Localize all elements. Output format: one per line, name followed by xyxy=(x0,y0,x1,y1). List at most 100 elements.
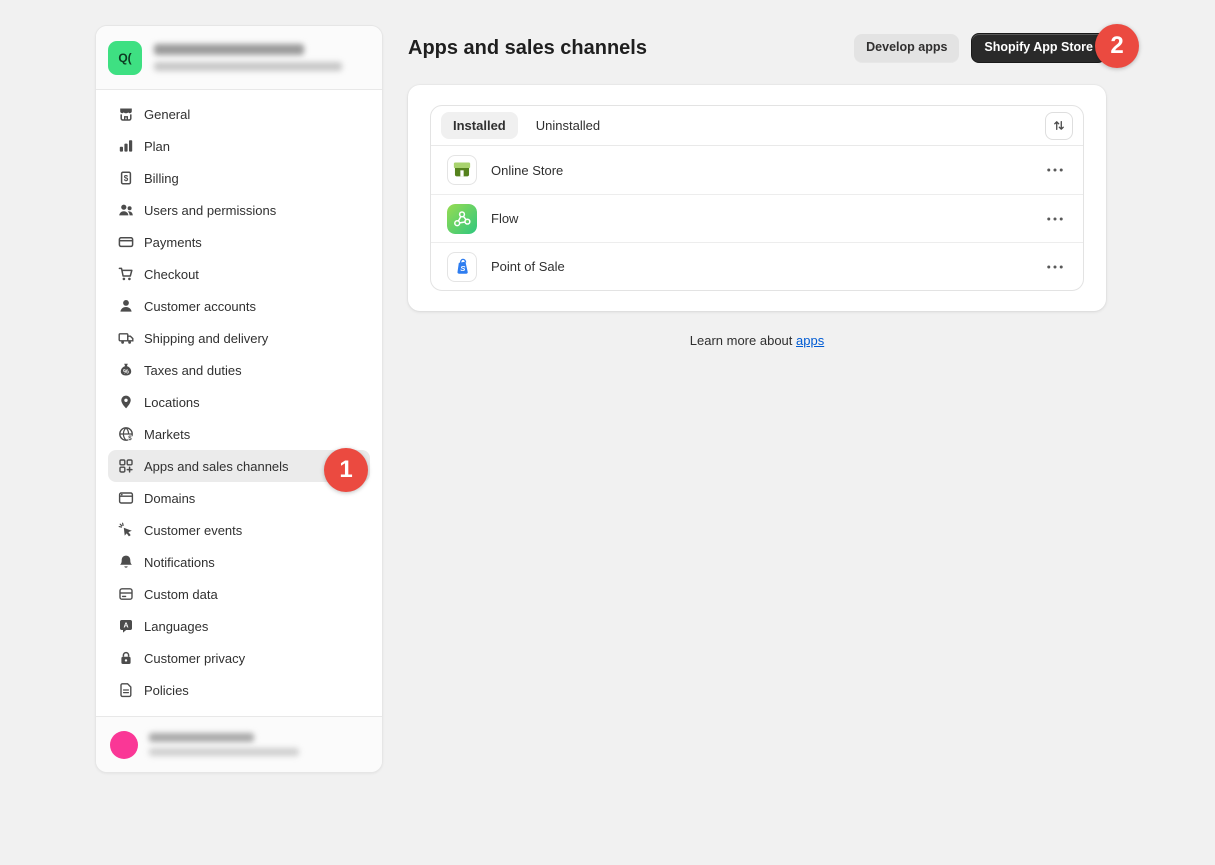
app-row-online-store[interactable]: Online Store xyxy=(431,146,1083,194)
user-meta xyxy=(149,733,299,756)
sidebar-item-domains[interactable]: Domains xyxy=(108,482,370,514)
apps-card: Installed Uninstalled Online Store Flow xyxy=(408,85,1106,311)
sidebar-item-label: Languages xyxy=(144,619,208,634)
sidebar-item-label: Apps and sales channels xyxy=(144,459,289,474)
sidebar-item-label: Markets xyxy=(144,427,190,442)
sidebar-item-markets[interactable]: Markets xyxy=(108,418,370,450)
store-url-redacted xyxy=(154,62,342,71)
annotation-badge-1: 1 xyxy=(324,448,368,492)
sidebar-item-notifications[interactable]: Notifications xyxy=(108,546,370,578)
sidebar-item-customer-accounts[interactable]: Customer accounts xyxy=(108,290,370,322)
cart-icon xyxy=(118,266,134,282)
pin-icon xyxy=(118,394,134,410)
store-header: Q( xyxy=(96,26,382,90)
apps-grid-icon xyxy=(118,458,134,474)
row-menu-button[interactable] xyxy=(1043,261,1067,273)
sidebar-item-label: Locations xyxy=(144,395,200,410)
bell-icon xyxy=(118,554,134,570)
ellipsis-icon xyxy=(1047,168,1063,172)
user-footer xyxy=(96,716,382,772)
store-meta xyxy=(154,44,342,71)
sidebar-item-label: Plan xyxy=(144,139,170,154)
truck-icon xyxy=(118,330,134,346)
sidebar-item-locations[interactable]: Locations xyxy=(108,386,370,418)
sidebar-item-label: Taxes and duties xyxy=(144,363,242,378)
data-icon xyxy=(118,586,134,602)
user-email-redacted xyxy=(149,748,299,756)
develop-apps-button[interactable]: Develop apps xyxy=(854,34,959,62)
app-row-point-of-sale[interactable]: Point of Sale xyxy=(431,242,1083,290)
users-icon xyxy=(118,202,134,218)
sidebar-item-shipping-and-delivery[interactable]: Shipping and delivery xyxy=(108,322,370,354)
store-avatar: Q( xyxy=(108,41,142,75)
sidebar-item-label: Domains xyxy=(144,491,195,506)
ellipsis-icon xyxy=(1047,265,1063,269)
row-menu-button[interactable] xyxy=(1043,213,1067,225)
user-avatar xyxy=(110,731,138,759)
chart-icon xyxy=(118,138,134,154)
person-icon xyxy=(118,298,134,314)
apps-link[interactable]: apps xyxy=(796,333,824,348)
sidebar-item-payments[interactable]: Payments xyxy=(108,226,370,258)
sidebar-item-policies[interactable]: Policies xyxy=(108,674,370,706)
sidebar-item-taxes-and-duties[interactable]: Taxes and duties xyxy=(108,354,370,386)
receipt-icon xyxy=(118,170,134,186)
policy-icon xyxy=(118,682,134,698)
sidebar-item-label: Custom data xyxy=(144,587,218,602)
domain-icon xyxy=(118,490,134,506)
settings-nav: General Plan Billing Users and permissio… xyxy=(96,90,382,714)
sidebar-item-label: Notifications xyxy=(144,555,215,570)
sidebar-item-users-and-permissions[interactable]: Users and permissions xyxy=(108,194,370,226)
apps-list-box: Installed Uninstalled Online Store Flow xyxy=(430,105,1084,291)
learn-more-text: Learn more about apps xyxy=(408,333,1106,348)
sidebar-item-label: Checkout xyxy=(144,267,199,282)
tab-uninstalled[interactable]: Uninstalled xyxy=(524,112,612,139)
lock-icon xyxy=(118,650,134,666)
ellipsis-icon xyxy=(1047,217,1063,221)
page-title: Apps and sales channels xyxy=(408,37,647,60)
learn-more-label: Learn more about xyxy=(690,333,793,348)
sidebar-item-custom-data[interactable]: Custom data xyxy=(108,578,370,610)
sidebar-item-label: Customer events xyxy=(144,523,242,538)
sidebar-item-languages[interactable]: Languages xyxy=(108,610,370,642)
annotation-badge-2: 2 xyxy=(1095,24,1139,68)
sidebar-item-label: Payments xyxy=(144,235,202,250)
sidebar-item-label: Billing xyxy=(144,171,179,186)
store-icon xyxy=(118,106,134,122)
sidebar-item-customer-privacy[interactable]: Customer privacy xyxy=(108,642,370,674)
apps-tabbar: Installed Uninstalled xyxy=(431,106,1083,146)
app-name: Flow xyxy=(491,211,518,226)
sidebar-item-general[interactable]: General xyxy=(108,98,370,130)
app-name: Online Store xyxy=(491,163,563,178)
sidebar-item-plan[interactable]: Plan xyxy=(108,130,370,162)
sidebar-item-billing[interactable]: Billing xyxy=(108,162,370,194)
tab-installed[interactable]: Installed xyxy=(441,112,518,139)
row-menu-button[interactable] xyxy=(1043,164,1067,176)
shopify-app-store-button[interactable]: Shopify App Store xyxy=(971,33,1106,63)
arrows-up-down-icon xyxy=(1052,118,1066,133)
pos-icon xyxy=(447,252,477,282)
sidebar-item-label: Customer accounts xyxy=(144,299,256,314)
store-name-redacted xyxy=(154,44,304,55)
app-name: Point of Sale xyxy=(491,259,565,274)
sort-button[interactable] xyxy=(1045,112,1073,140)
sidebar-item-label: Customer privacy xyxy=(144,651,245,666)
language-icon xyxy=(118,618,134,634)
globe-icon xyxy=(118,426,134,442)
page-header: Apps and sales channels Develop apps Sho… xyxy=(408,30,1106,66)
sidebar-item-label: Shipping and delivery xyxy=(144,331,268,346)
app-row-flow[interactable]: Flow xyxy=(431,194,1083,242)
sidebar-item-customer-events[interactable]: Customer events xyxy=(108,514,370,546)
sidebar-item-label: Policies xyxy=(144,683,189,698)
tax-icon xyxy=(118,362,134,378)
card-icon xyxy=(118,234,134,250)
user-name-redacted xyxy=(149,733,254,742)
flow-icon xyxy=(447,204,477,234)
sidebar-item-label: Users and permissions xyxy=(144,203,276,218)
online-store-icon xyxy=(447,155,477,185)
sidebar-item-label: General xyxy=(144,107,190,122)
header-actions: Develop apps Shopify App Store xyxy=(854,33,1106,63)
sidebar-item-checkout[interactable]: Checkout xyxy=(108,258,370,290)
cursor-icon xyxy=(118,522,134,538)
settings-sidebar: Q( General Plan Billing Users and permis… xyxy=(95,25,383,773)
